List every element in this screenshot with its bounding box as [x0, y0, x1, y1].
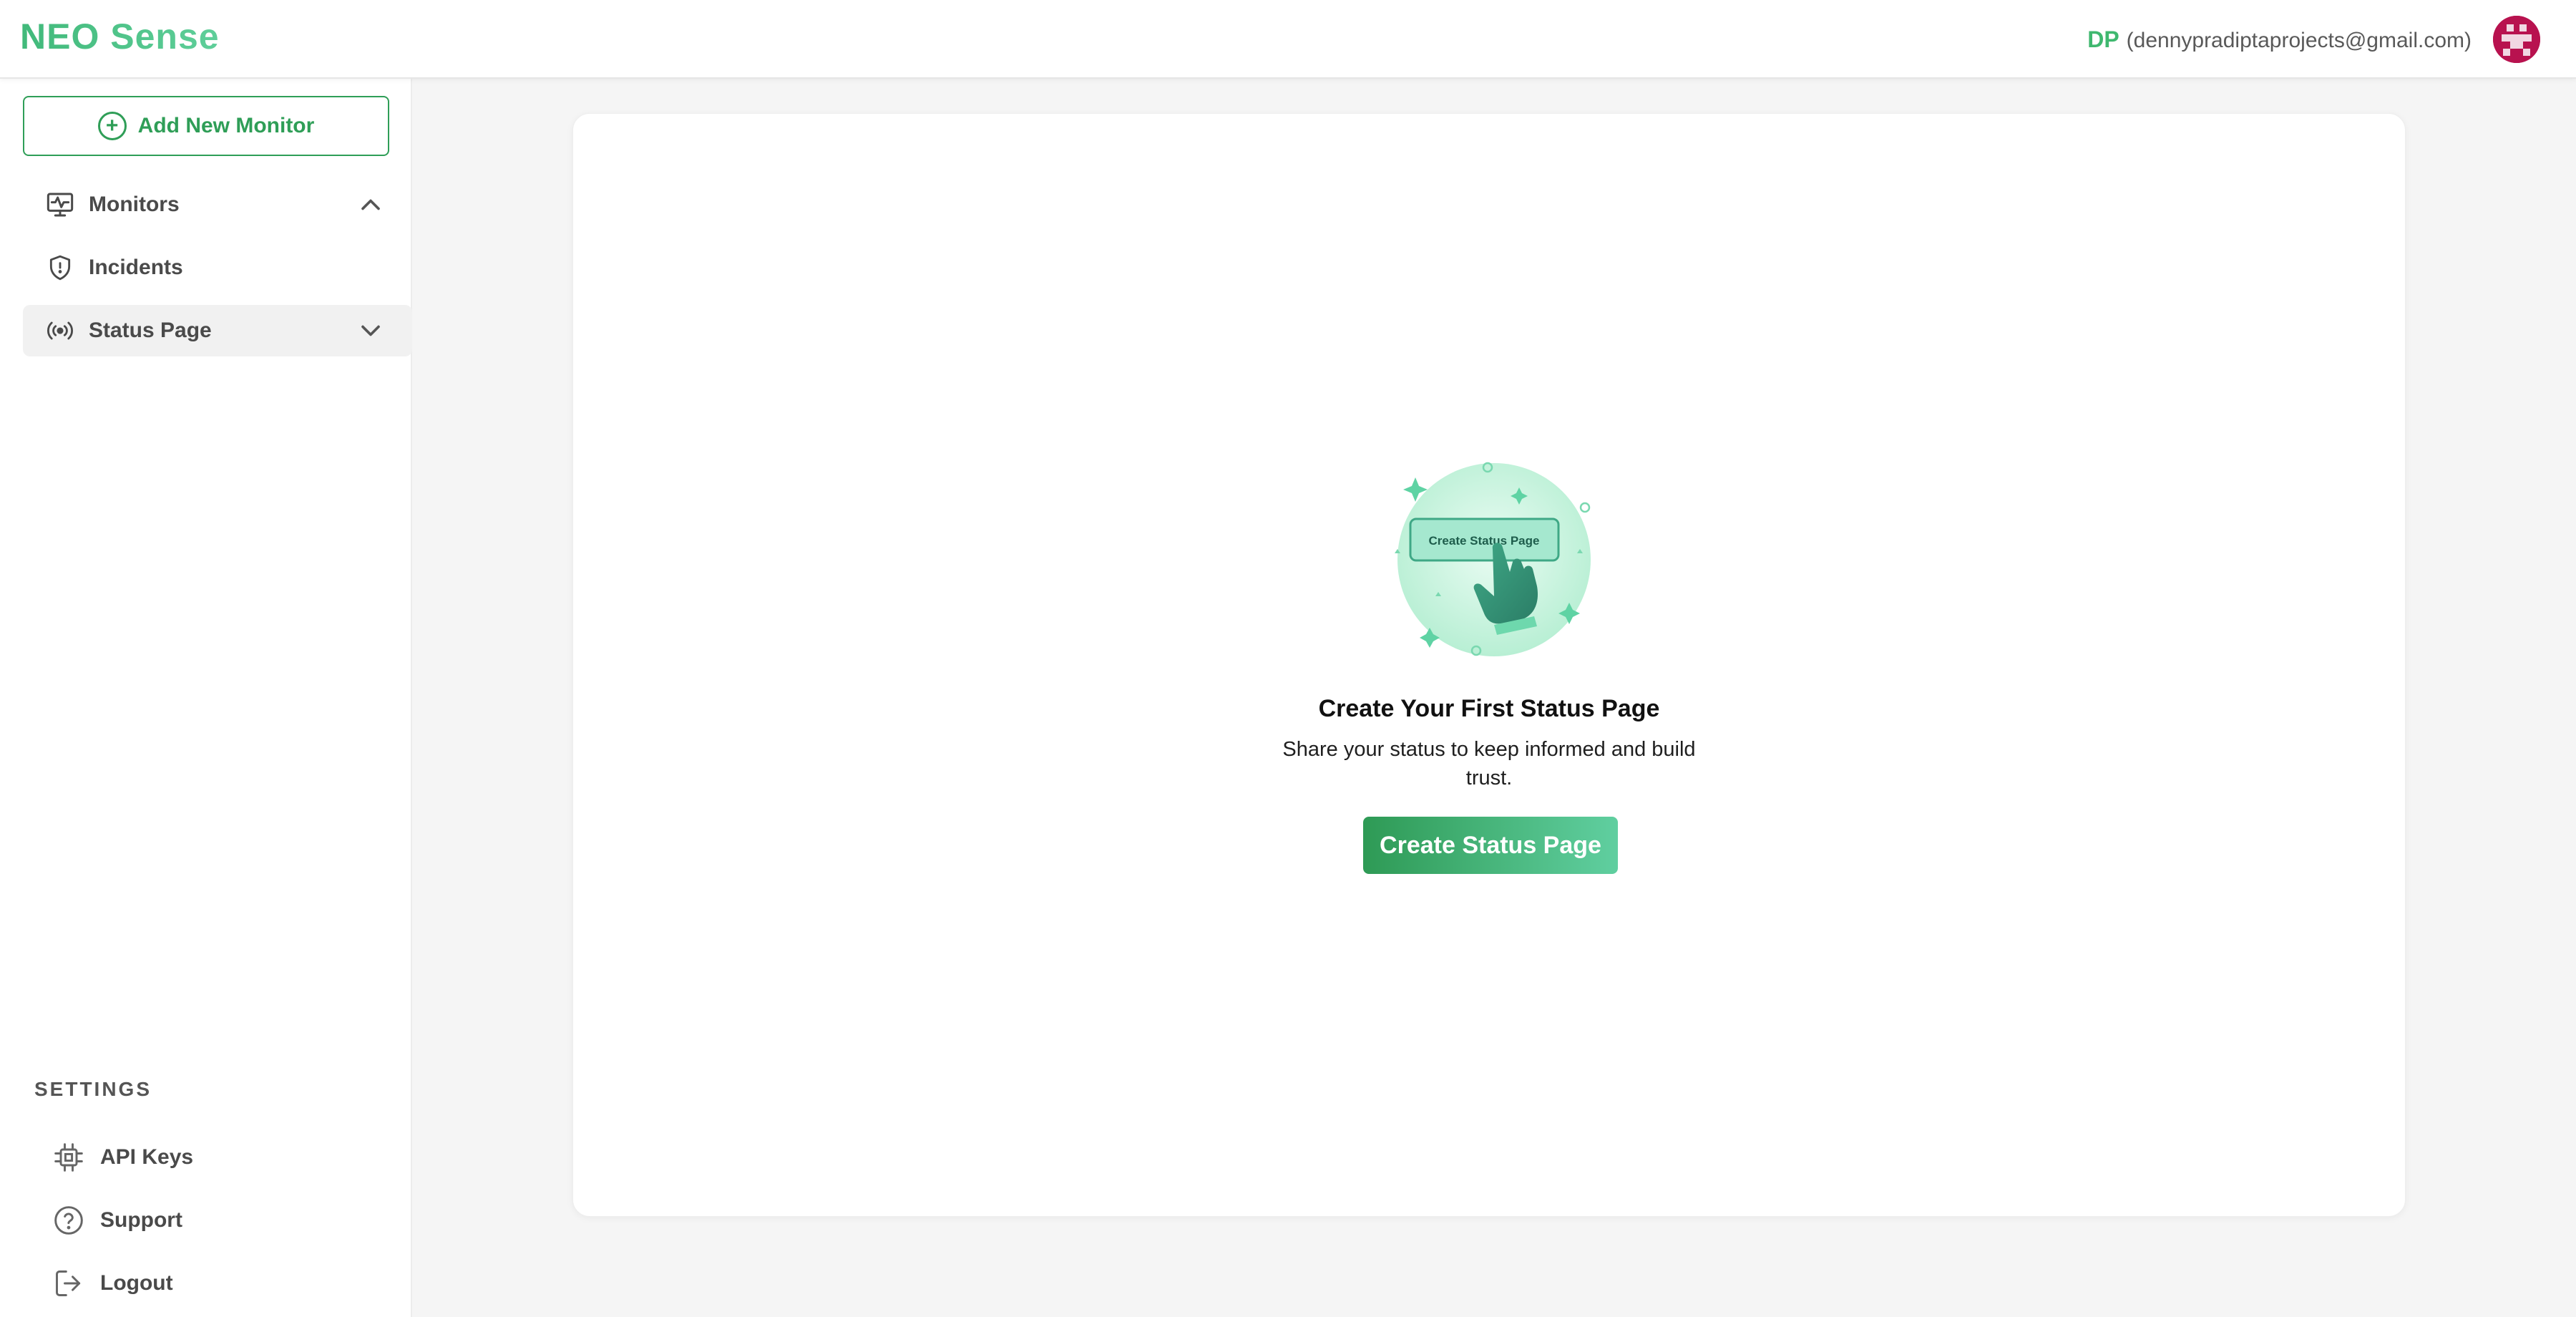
settings-item-logout[interactable]: Logout: [52, 1260, 395, 1307]
empty-state-title: Create Your First Status Page: [1318, 695, 1660, 722]
user-initials: DP: [2087, 26, 2119, 52]
add-new-monitor-label: Add New Monitor: [137, 114, 315, 137]
chevron-up-icon[interactable]: [355, 189, 386, 220]
sidebar-item-status-page[interactable]: Status Page: [23, 305, 412, 356]
settings-item-support[interactable]: Support: [52, 1197, 395, 1244]
chevron-down-icon[interactable]: [355, 315, 386, 346]
create-status-page-button[interactable]: Create Status Page: [1363, 817, 1618, 874]
user-info: DP (dennypradiptaprojects@gmail.com): [2087, 26, 2472, 53]
identicon-avatar-icon: [2493, 16, 2540, 63]
empty-state: Create Status Page Create Your First Sta…: [573, 114, 2405, 1216]
settings-item-label: Logout: [100, 1271, 173, 1295]
sidebar-item-label: Monitors: [89, 193, 180, 216]
sidebar-item-label: Incidents: [89, 256, 183, 279]
sidebar-item-monitors[interactable]: Monitors: [23, 179, 412, 230]
settings-item-api-keys[interactable]: API Keys: [52, 1134, 395, 1181]
logout-icon: [52, 1266, 86, 1301]
sidebar-item-incidents[interactable]: Incidents: [23, 242, 412, 293]
shield-icon: [44, 252, 76, 283]
settings-section-title: SETTINGS: [34, 1078, 152, 1100]
help-circle-icon: [52, 1203, 86, 1238]
avatar[interactable]: [2493, 16, 2540, 63]
user-email: (dennypradiptaprojects@gmail.com): [2126, 28, 2472, 52]
chip-icon: [52, 1140, 86, 1175]
settings-item-label: Support: [100, 1208, 182, 1232]
plus-circle-icon: +: [97, 112, 127, 140]
user-menu[interactable]: DP (dennypradiptaprojects@gmail.com): [2087, 14, 2540, 64]
broadcast-icon: [44, 315, 76, 346]
sidebar-item-label: Status Page: [89, 319, 212, 342]
top-header: NEO Sense DP (dennypradiptaprojects@gmai…: [0, 0, 2576, 79]
main-card: Create Status Page Create Your First Sta…: [572, 113, 2406, 1217]
brand-logo[interactable]: NEO Sense: [20, 16, 220, 57]
illustration-button-text: Create Status Page: [1429, 534, 1540, 548]
add-new-monitor-button[interactable]: + Add New Monitor: [23, 96, 389, 156]
monitor-icon: [44, 189, 76, 220]
settings-item-label: API Keys: [100, 1145, 194, 1169]
empty-state-subtitle: Share your status to keep informed and b…: [1282, 738, 1696, 789]
sidebar: + Add New Monitor Monitors Incidents Sta…: [0, 79, 412, 1317]
status-page-illustration: Create Status Page: [1395, 462, 1591, 656]
